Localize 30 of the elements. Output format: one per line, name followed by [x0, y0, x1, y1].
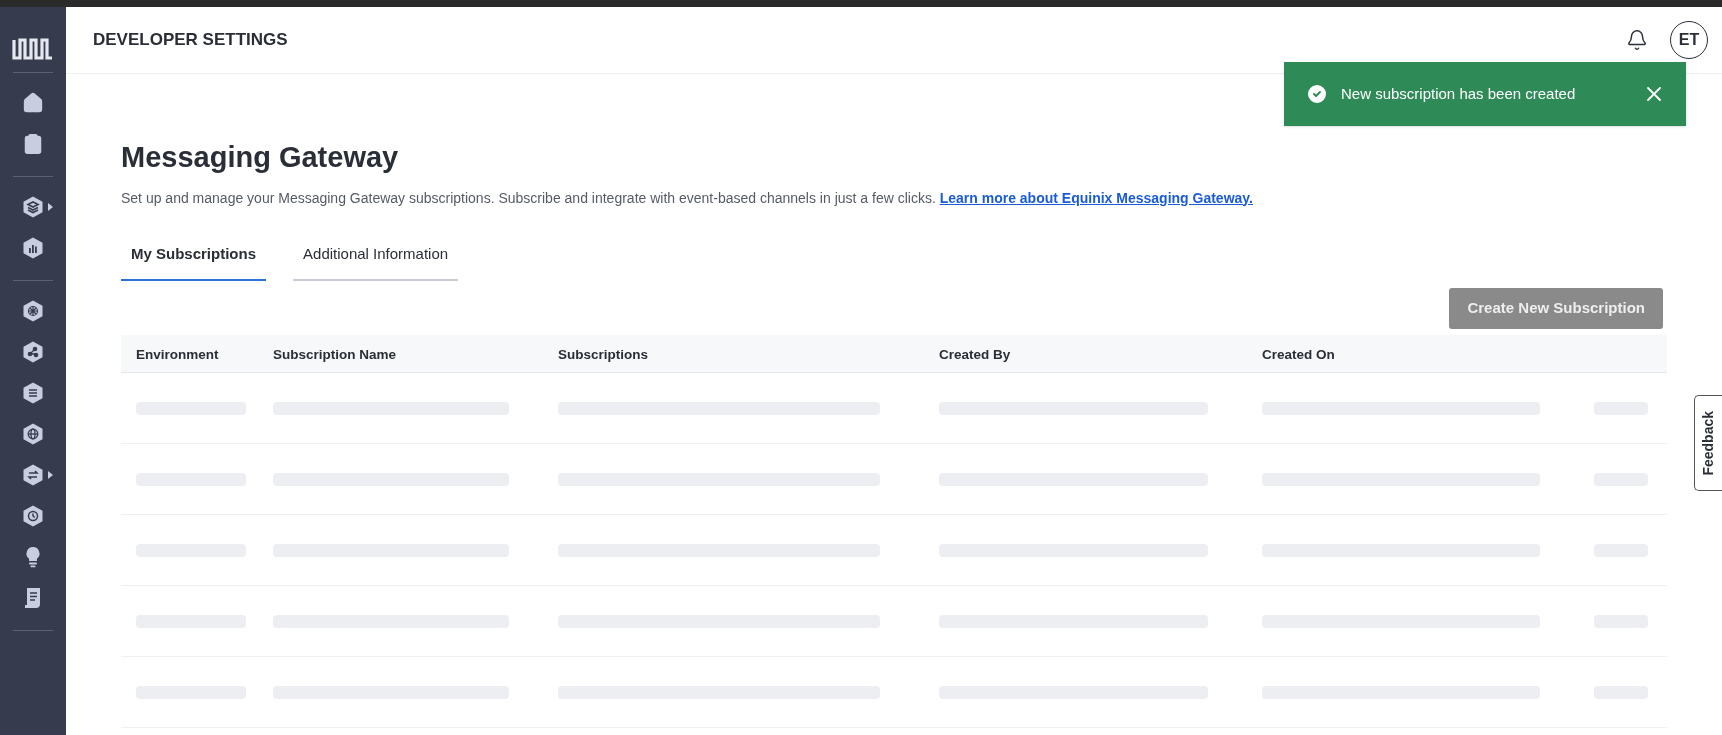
network-hexagon-icon[interactable] — [21, 298, 45, 323]
tab[interactable]: Additional Information — [293, 242, 459, 281]
clock-hexagon-icon[interactable] — [21, 503, 45, 528]
exchange-hexagon-icon[interactable] — [21, 462, 45, 487]
column-header: Subscription Name — [273, 346, 397, 362]
home-icon[interactable] — [22, 91, 44, 114]
stream-hexagon-icon[interactable] — [21, 380, 45, 405]
toast-message: New subscription has been created — [1341, 83, 1576, 104]
column-header: Created By — [939, 346, 1011, 362]
learn-more-link[interactable]: Learn more about Equinix Messaging Gateway. — [939, 189, 1253, 206]
column-header: Subscriptions — [558, 346, 648, 362]
notification-bell-icon[interactable] — [1626, 29, 1648, 51]
column-header: Created On — [1262, 346, 1335, 362]
caret-icon — [48, 470, 53, 479]
globe-hexagon-icon[interactable] — [21, 421, 45, 446]
layers-hexagon-icon[interactable] — [21, 194, 45, 219]
chart-hexagon-icon[interactable] — [21, 235, 45, 260]
header-title: DEVELOPER SETTINGS — [93, 29, 288, 52]
page-description: Set up and manage your Messaging Gateway subscriptions. Subscribe and integrate with event-based channels in just a few clicks. Learn more about Equinix Messaging Gateway. — [121, 188, 1254, 208]
clipboard-icon[interactable] — [22, 132, 44, 155]
page-title: Messaging Gateway — [121, 140, 400, 175]
share-hexagon-icon[interactable] — [21, 339, 45, 364]
logo-icon[interactable] — [12, 36, 54, 60]
tab[interactable]: My Subscriptions — [121, 242, 267, 281]
feedback-tab[interactable]: Feedback — [1694, 395, 1722, 491]
document-icon[interactable] — [23, 586, 43, 609]
caret-icon — [48, 202, 53, 211]
check-circle-icon — [1305, 82, 1329, 106]
column-header: Environment — [136, 346, 219, 362]
lightbulb-icon[interactable] — [25, 545, 41, 568]
